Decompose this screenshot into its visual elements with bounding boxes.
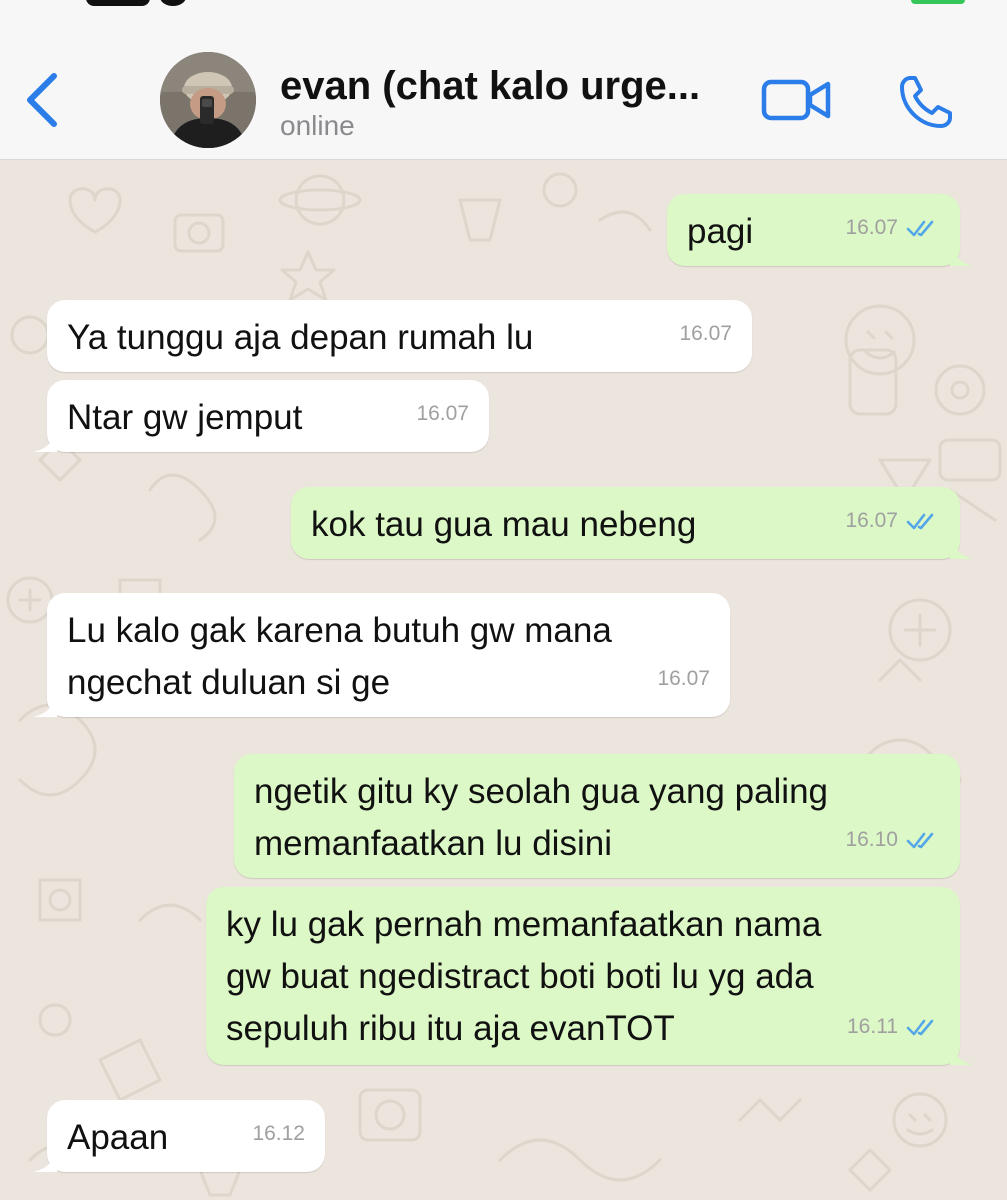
message-meta: 16.07 (416, 388, 469, 440)
message-time: 16.07 (845, 509, 898, 532)
bubble-tail (950, 242, 974, 266)
message-meta: 16.12 (252, 1108, 305, 1160)
message-bubble-outgoing[interactable]: ngetik gitu ky seolah gua yang paling me… (234, 754, 960, 878)
back-button[interactable] (20, 70, 64, 130)
message-list[interactable]: pagi 16.07 Ya tunggu aja depan rumah lu … (0, 160, 1007, 1200)
double-check-icon (906, 1019, 934, 1036)
message-time: 16.11 (847, 1015, 898, 1038)
message-time: 16.07 (845, 216, 898, 239)
bubble-tail (950, 535, 974, 559)
bubble-tail (33, 693, 57, 717)
status-bar (0, 0, 1007, 10)
message-bubble-outgoing[interactable]: ky lu gak pernah memanfaatkan nama gw bu… (206, 887, 974, 1065)
battery-icon (911, 0, 965, 4)
voice-call-button[interactable] (896, 72, 956, 132)
message-text: Ntar gw jemput (67, 398, 303, 437)
message-bubble-outgoing[interactable]: kok tau gua mau nebeng 16.07 (291, 487, 974, 559)
message-meta: 16.07 (845, 202, 940, 254)
message-time: 16.07 (657, 667, 710, 690)
chat-header: evan (chat kalo urge... online (0, 0, 1007, 160)
message-bubble-incoming[interactable]: Apaan 16.12 (33, 1100, 325, 1172)
message-meta: 16.11 (847, 1001, 940, 1053)
message-bubble-incoming[interactable]: Ntar gw jemput 16.07 (33, 380, 489, 452)
double-check-icon (906, 513, 934, 530)
double-check-icon (906, 832, 934, 849)
message-bubble-outgoing[interactable]: pagi 16.07 (667, 194, 974, 266)
contact-status: online (280, 110, 355, 141)
message-bubble-incoming[interactable]: Ya tunggu aja depan rumah lu 16.07 (47, 300, 752, 372)
message-time: 16.07 (416, 402, 469, 425)
message-meta: 16.07 (679, 308, 732, 360)
message-text: Lu kalo gak karena butuh gw mana ngechat… (67, 611, 612, 702)
bubble-tail (950, 1041, 974, 1065)
message-time: 16.10 (845, 828, 898, 851)
message-meta: 16.10 (845, 814, 940, 866)
message-bubble-incoming[interactable]: Lu kalo gak karena butuh gw mana ngechat… (33, 593, 730, 717)
message-meta: 16.07 (657, 653, 710, 705)
bubble-tail (33, 428, 57, 452)
message-text: ngetik gitu ky seolah gua yang paling me… (254, 772, 829, 863)
double-check-icon (906, 220, 934, 237)
video-camera-icon (761, 79, 831, 121)
status-time-fragment (86, 0, 150, 6)
message-time: 16.07 (679, 322, 732, 345)
message-time: 16.12 (252, 1122, 305, 1145)
avatar-image (160, 52, 256, 148)
message-text: ky lu gak pernah memanfaatkan nama gw bu… (226, 905, 822, 1048)
bubble-tail (33, 1148, 57, 1172)
message-text: Ya tunggu aja depan rumah lu (67, 318, 534, 357)
message-meta: 16.07 (845, 495, 940, 547)
video-call-button[interactable] (760, 76, 834, 124)
contact-avatar[interactable] (160, 52, 256, 148)
phone-icon (900, 76, 952, 128)
contact-name[interactable]: evan (chat kalo urge... (280, 64, 730, 109)
status-icon-fragment (160, 0, 186, 6)
chevron-left-icon (27, 73, 57, 127)
